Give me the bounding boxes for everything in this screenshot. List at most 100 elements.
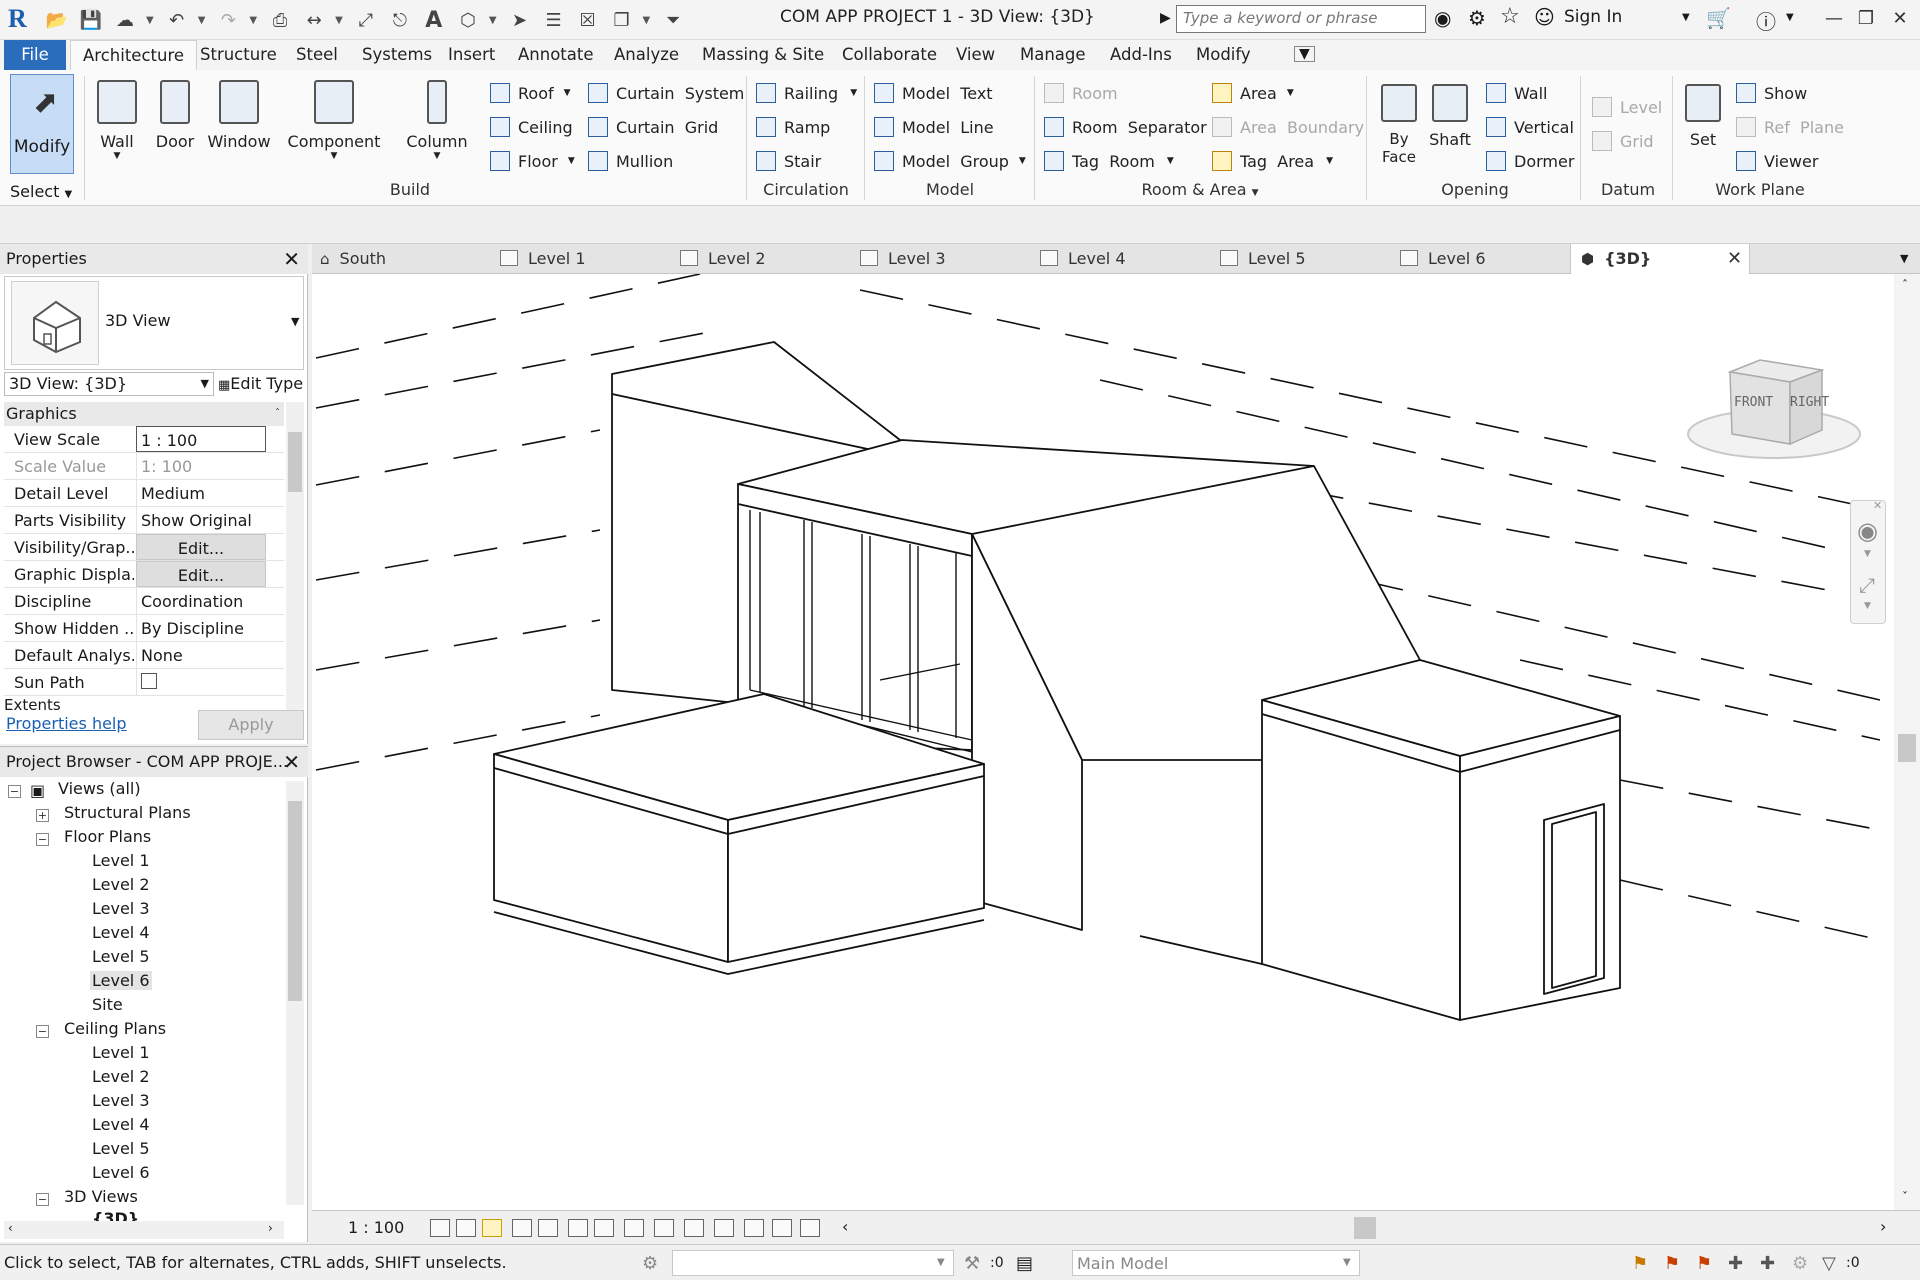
sun-path-icon[interactable] [482, 1219, 502, 1237]
tree-floor-level-3[interactable]: Level 3 [92, 899, 150, 918]
graphics-section-header[interactable]: Graphics ˆ [4, 402, 284, 426]
section-icon[interactable]: ➤ [507, 7, 533, 33]
worksets-icon[interactable]: ⚙ [642, 1253, 662, 1274]
help-caret-icon[interactable]: ▼ [1786, 12, 1794, 23]
subscription-icon[interactable]: ⚙ [1468, 6, 1486, 30]
tree-ceiling-level-6[interactable]: Level 6 [92, 1163, 150, 1182]
wheel-caret-icon[interactable]: ▼ [1864, 549, 1871, 559]
mullion-button[interactable]: Mullion [588, 148, 673, 174]
view-scale-input[interactable]: 1 : 100 [136, 426, 266, 452]
crop-view-icon[interactable] [568, 1219, 588, 1237]
properties-help-link[interactable]: Properties help [6, 714, 127, 733]
tab-analyze[interactable]: Analyze [602, 40, 691, 70]
canvas-horizontal-scroll-thumb[interactable] [1354, 1217, 1376, 1239]
tree-3d-views[interactable]: 3D Views [64, 1187, 138, 1206]
collapse-views-icon[interactable]: − [8, 785, 21, 798]
grid-button[interactable]: Grid [1592, 128, 1654, 154]
select-by-face-icon[interactable]: ✚ [1728, 1253, 1748, 1274]
tag-icon[interactable]: ⎋ [387, 7, 413, 33]
curtain-system-button[interactable]: Curtain System [588, 80, 744, 106]
tree-3d-view[interactable]: {3D} [92, 1209, 139, 1221]
print-icon[interactable]: ⎙ [267, 7, 293, 33]
help-icon[interactable]: ⓘ [1756, 6, 1776, 35]
search-input[interactable]: Type a keyword or phrase [1176, 5, 1426, 33]
tree-ceiling-level-5[interactable]: Level 5 [92, 1139, 150, 1158]
apply-button[interactable]: Apply [198, 710, 304, 740]
unlocked-3d-view-icon[interactable] [624, 1219, 644, 1237]
parts-visibility-value[interactable]: Show Original [136, 507, 266, 533]
browser-scrollbar[interactable] [286, 781, 304, 1205]
close-browser-icon[interactable]: ✕ [283, 747, 300, 777]
highlight-displacement-icon[interactable] [800, 1219, 820, 1237]
close-window-icon[interactable]: ✕ [1884, 4, 1916, 34]
temporary-hide-icon[interactable] [654, 1219, 674, 1237]
save-icon[interactable]: 💾 [78, 7, 104, 33]
customize-toolbar-icon[interactable]: ⏷ [660, 7, 686, 33]
tab-structure[interactable]: Structure [188, 40, 289, 70]
sync-caret-icon[interactable]: ▼ [146, 15, 154, 26]
aligned-dimension-icon[interactable]: ⤢ [353, 7, 379, 33]
vertical-opening-button[interactable]: Vertical [1486, 114, 1574, 140]
reveal-hidden-icon[interactable] [684, 1219, 704, 1237]
model-text-button[interactable]: Model Text [874, 80, 993, 106]
search-expand-icon[interactable]: ▶ [1160, 10, 1171, 26]
viewer-button[interactable]: Viewer [1736, 148, 1818, 174]
default-3d-view-icon[interactable]: ⬡ [455, 7, 481, 33]
undo-caret-icon[interactable]: ▼ [198, 15, 206, 26]
select-dropdown[interactable]: Select ▼ [10, 182, 72, 201]
editable-only-icon[interactable]: ⚒ [964, 1253, 984, 1274]
show-crop-region-icon[interactable] [594, 1219, 614, 1237]
room-area-group-label[interactable]: Room & Area ▼ [1130, 180, 1270, 199]
tab-file[interactable]: File [4, 40, 66, 70]
view-tab-level-5[interactable]: Level 5 [1220, 244, 1390, 274]
close-hidden-windows-icon[interactable]: ☒ [575, 7, 601, 33]
instance-filter-select[interactable]: 3D View: {3D} ▼ [4, 372, 214, 396]
view-tab-level-2[interactable]: Level 2 [680, 244, 850, 274]
tab-collaborate[interactable]: Collaborate [830, 40, 949, 70]
close-properties-icon[interactable]: ✕ [283, 244, 300, 274]
tree-floor-level-1[interactable]: Level 1 [92, 851, 150, 870]
tree-floor-level-5[interactable]: Level 5 [92, 947, 150, 966]
view-tab-level-6[interactable]: Level 6 [1400, 244, 1570, 274]
workset-select[interactable]: ▼ [672, 1250, 954, 1276]
drawing-canvas[interactable]: FRONT RIGHT ✕ ◉ ▼ ⤢ ▼ [312, 274, 1894, 1210]
wall-button[interactable]: Wall ▼ [92, 74, 142, 174]
hscroll-right-icon[interactable]: › [1880, 1217, 1886, 1236]
wall-opening-button[interactable]: Wall [1486, 80, 1548, 106]
discipline-value[interactable]: Coordination [136, 588, 266, 614]
scroll-down-icon[interactable]: ˇ [1902, 1190, 1908, 1204]
tag-room-button[interactable]: Tag Room ▼ [1044, 148, 1174, 174]
redo-icon[interactable]: ↷ [215, 7, 241, 33]
component-button[interactable]: Component ▼ [286, 74, 382, 174]
room-button[interactable]: Room [1044, 80, 1118, 106]
revit-logo[interactable]: R [8, 4, 36, 34]
sign-in-link[interactable]: Sign In [1564, 7, 1622, 27]
scroll-up-icon[interactable]: ˆ [1902, 278, 1908, 292]
modify-button[interactable]: ⬈ Modify [10, 74, 74, 174]
set-work-plane-button[interactable]: Set [1680, 74, 1726, 174]
tree-views-all[interactable]: Views (all) [58, 779, 141, 798]
close-tab-icon[interactable]: ✕ [1727, 244, 1742, 274]
select-underlay-icon[interactable]: ⚑ [1664, 1253, 1684, 1274]
binoculars-icon[interactable]: ◉ [1434, 6, 1451, 30]
tree-ceiling-level-3[interactable]: Level 3 [92, 1091, 150, 1110]
tab-add-ins[interactable]: Add-Ins [1098, 40, 1184, 70]
edit-type-button[interactable]: ▦Edit Type [218, 374, 303, 393]
extents-section-header[interactable]: Extents [4, 696, 61, 710]
show-work-plane-button[interactable]: Show [1736, 80, 1807, 106]
show-hidden-value[interactable]: By Discipline [136, 615, 266, 641]
open-icon[interactable]: 📂 [44, 7, 70, 33]
collapse-3d-views-icon[interactable]: − [36, 1193, 49, 1206]
switch-windows-icon[interactable]: ❐ [609, 7, 635, 33]
temporary-view-properties-icon[interactable] [744, 1219, 764, 1237]
tab-view[interactable]: View [944, 40, 1007, 70]
collapse-floor-plans-icon[interactable]: − [36, 833, 49, 846]
3d-view-caret-icon[interactable]: ▼ [489, 15, 497, 26]
scroll-right-icon[interactable]: › [268, 1221, 273, 1235]
text-icon[interactable]: A [421, 7, 447, 33]
properties-scrollbar[interactable] [286, 402, 304, 718]
area-button[interactable]: Area ▼ [1212, 80, 1294, 106]
zoom-caret-icon[interactable]: ▼ [1864, 601, 1871, 611]
measure-icon[interactable]: ↔ [301, 7, 327, 33]
favorites-star-icon[interactable]: ☆ [1500, 4, 1520, 29]
